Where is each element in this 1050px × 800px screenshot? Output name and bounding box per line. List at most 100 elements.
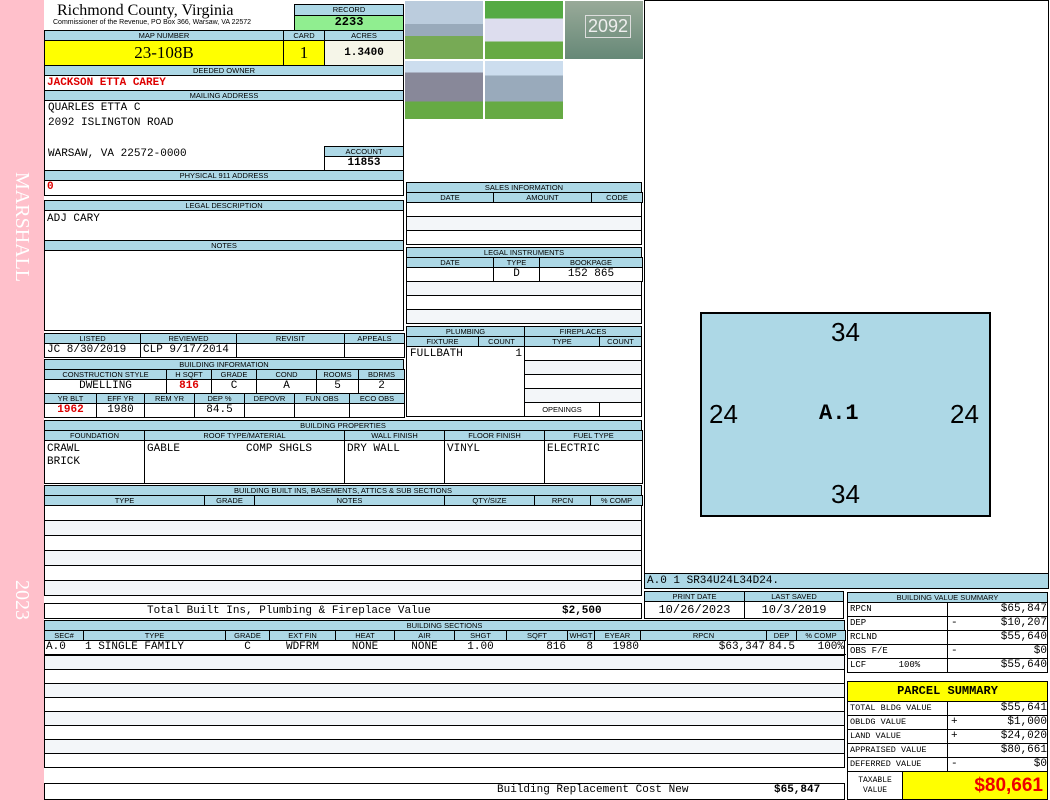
openings-label: OPENINGS [524, 402, 600, 417]
sales-row[interactable] [406, 230, 642, 245]
parcel-amount: $1,000 [1007, 716, 1047, 728]
builtins-total-label: Total Built Ins, Plumbing & Fireplace Va… [147, 605, 431, 617]
mailing-line1: QUARLES ETTA C [48, 102, 141, 114]
building-info-val: 1980 [96, 403, 145, 418]
instruments-cell: 152 865 [539, 267, 643, 282]
value-summary-name: RCLND [847, 630, 948, 645]
parcel-name: APPRAISED VALUE [847, 743, 948, 758]
sketch-dim-top: 34 [831, 317, 860, 347]
sections-row[interactable] [44, 725, 845, 740]
last-saved-value: 10/3/2019 [744, 601, 844, 619]
sections-row[interactable] [44, 669, 845, 684]
sections-row[interactable] [44, 711, 845, 726]
print-date-value: 10/26/2023 [644, 601, 745, 619]
parcel-summary-label: PARCEL SUMMARY [847, 681, 1048, 702]
value-summary-name: DEP [847, 616, 948, 631]
openings-value[interactable] [599, 402, 642, 417]
mailing-line3: WARSAW, VA 22572-0000 [48, 148, 187, 160]
side-strip: MARSHALL 2023 [0, 0, 44, 800]
fireplace-row[interactable] [524, 374, 642, 389]
building-info-val [144, 403, 195, 418]
properties-fuel: ELECTRIC [544, 440, 643, 484]
house-number: 2092 [585, 15, 632, 38]
acres-value: 1.3400 [324, 40, 404, 66]
instruments-row[interactable] [406, 281, 642, 296]
properties-foundation: CRAWL BRICK [44, 440, 145, 484]
building-info-val: DWELLING [44, 379, 167, 394]
notes-box[interactable] [44, 250, 404, 331]
taxable-value: $80,661 [902, 771, 1048, 800]
building-info-val: 1962 [44, 403, 97, 418]
sections-row[interactable] [44, 753, 845, 768]
instruments-cell: D [493, 267, 540, 282]
house-photo-2[interactable] [484, 0, 564, 60]
sales-row[interactable] [406, 216, 642, 231]
building-info-val: 5 [316, 379, 359, 394]
fireplace-row[interactable] [524, 360, 642, 375]
physical-address-value: 0 [44, 180, 404, 196]
instruments-row[interactable] [406, 309, 642, 324]
building-info-val: 84.5 [194, 403, 245, 418]
record-value: 2233 [294, 15, 404, 31]
building-info-val: A [256, 379, 317, 394]
parcel-name: LAND VALUE [847, 729, 948, 744]
properties-roof: GABLE COMP SHGLS [144, 440, 345, 484]
sections-row[interactable] [44, 697, 845, 712]
sections-row[interactable] [44, 683, 845, 698]
listed-value: JC 8/30/2019 [44, 343, 141, 358]
reviewed-value: CLP 9/17/2014 [140, 343, 237, 358]
value-summary-amount: $55,640 [1000, 631, 1047, 643]
fireplace-row[interactable] [524, 346, 642, 361]
building-info-val [294, 403, 350, 418]
value-summary-amount: $65,847 [1000, 603, 1047, 615]
properties-wall: DRY WALL [344, 440, 445, 484]
instruments-row[interactable] [406, 295, 642, 310]
sketch-dim-bottom: 34 [831, 479, 860, 509]
builtins-row[interactable] [44, 535, 642, 551]
sections-row[interactable] [44, 655, 845, 670]
county-subtitle: Commissioner of the Revenue, PO Box 366,… [53, 19, 252, 26]
value-summary-name: OBS F/E [847, 644, 948, 659]
building-info-val [349, 403, 405, 418]
sketch-area[interactable]: 34 34 24 24 A.1 [644, 0, 1049, 574]
value-summary-name: LCF 100% [847, 658, 948, 673]
parcel-name: TOTAL BLDG VALUE [847, 701, 948, 716]
builtins-row[interactable] [44, 565, 642, 581]
fireplace-row[interactable] [524, 388, 642, 403]
plumbing-fixture: FULLBATH [410, 348, 463, 360]
card-value: 1 [283, 40, 325, 66]
parcel-amount: $55,641 [1000, 702, 1047, 714]
rcn-value: $65,847 [774, 784, 821, 796]
building-info-val: C [211, 379, 257, 394]
plumbing-count: 1 [515, 348, 522, 360]
instruments-cell [406, 267, 494, 282]
house-photo-1[interactable] [404, 0, 484, 60]
building-info-val: 2 [358, 379, 405, 394]
sales-row[interactable] [406, 202, 642, 217]
building-info-val: 816 [166, 379, 212, 394]
house-photo-3[interactable]: 2092 [564, 0, 644, 60]
parcel-name: DEFERRED VALUE [847, 757, 948, 772]
legal-description-value: ADJ CARY [44, 210, 404, 241]
house-photo-4[interactable] [404, 60, 484, 120]
mailing-line2: 2092 ISLINGTON ROAD [48, 117, 174, 129]
sections-row[interactable] [44, 739, 845, 754]
sketch-label: A.1 [819, 401, 859, 426]
house-photo-5[interactable] [484, 60, 564, 120]
sketch-dim-left: 24 [709, 399, 738, 429]
value-summary-amount: $0 [1033, 645, 1047, 657]
value-summary-amount: $10,207 [1000, 617, 1047, 629]
builtins-row[interactable] [44, 550, 642, 566]
sections-row[interactable] [44, 640, 845, 655]
builtins-row[interactable] [44, 520, 642, 536]
builtins-total-value: $2,500 [562, 605, 602, 617]
sketch-dim-right: 24 [950, 399, 979, 429]
county-title: Richmond County, Virginia [57, 2, 234, 19]
rcn-label: Building Replacement Cost New [497, 784, 689, 796]
taxable-label: TAXABLE VALUE [847, 771, 903, 800]
builtins-row[interactable] [44, 580, 642, 596]
builtins-row[interactable] [44, 505, 642, 521]
appeals-value [344, 343, 405, 358]
parcel-amount: $0 [1033, 758, 1047, 770]
parcel-name: OBLDG VALUE [847, 715, 948, 730]
